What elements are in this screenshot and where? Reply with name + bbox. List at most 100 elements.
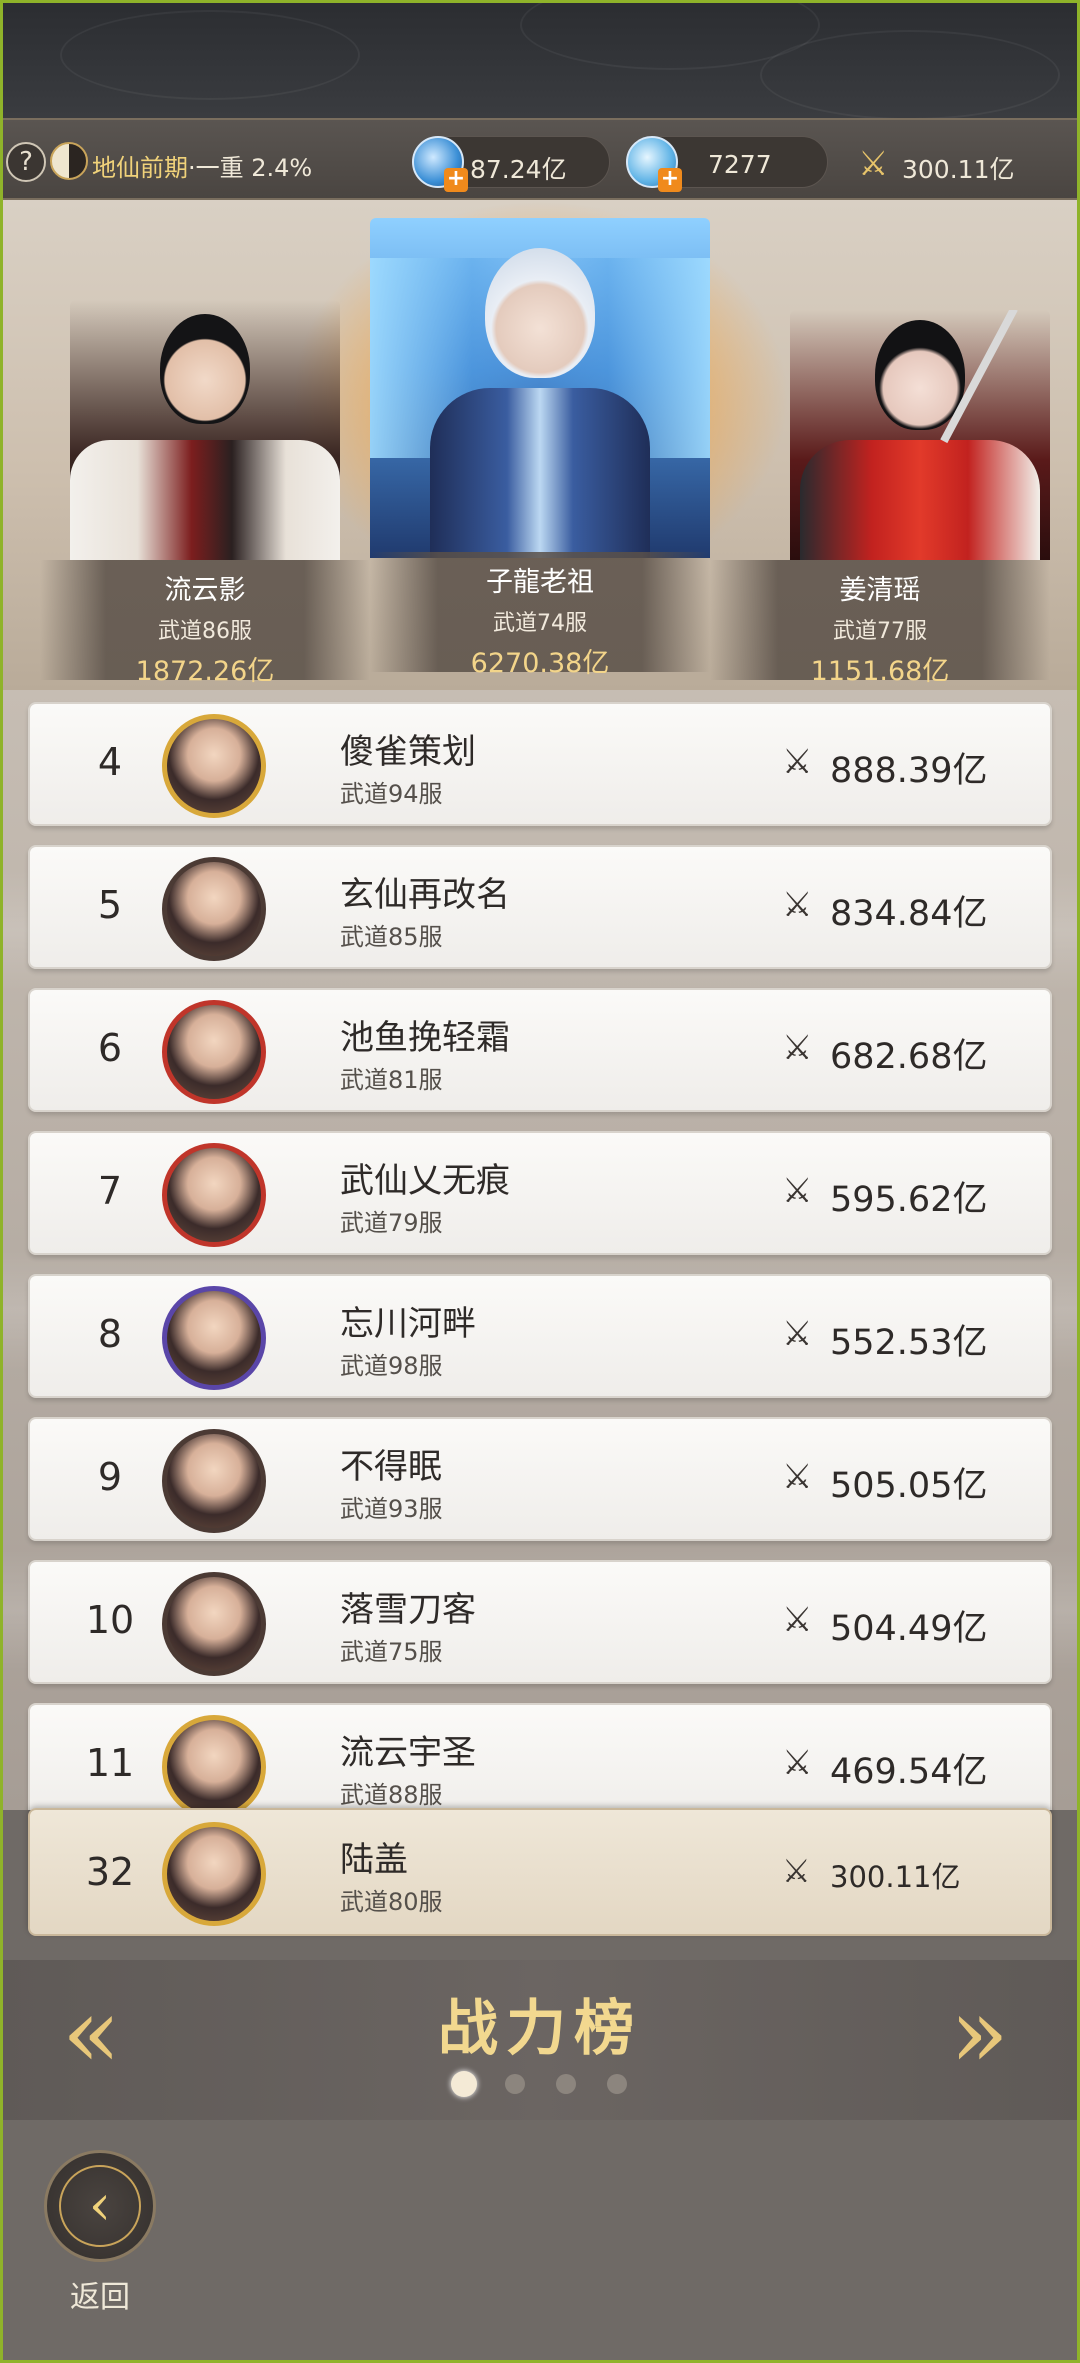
crossed-swords-icon: ⚔	[782, 742, 813, 782]
avatar[interactable]	[162, 1715, 266, 1810]
second-place-plaque: 流云影 武道86服 1872.26亿	[40, 560, 370, 687]
player-power: 469.54亿	[830, 1752, 988, 1792]
third-place-plaque: 姜清瑶 武道77服 1151.68亿	[710, 560, 1050, 687]
avatar[interactable]	[162, 1143, 266, 1247]
podium-server: 武道77服	[833, 619, 927, 644]
player-power: 595.62亿	[830, 1180, 988, 1220]
player-power: 505.05亿	[830, 1466, 988, 1506]
ranking-row[interactable]: 7 武仙乂无痕 武道79服 ⚔ 595.62亿	[28, 1131, 1052, 1255]
question-icon[interactable]: ?	[6, 142, 46, 182]
rank-number: 9	[97, 1455, 123, 1499]
player-name: 落雪刀客	[340, 1590, 476, 1630]
podium-server: 武道74服	[493, 611, 587, 636]
ranking-row[interactable]: 11 流云宇圣 武道88服 ⚔ 469.54亿	[28, 1703, 1052, 1810]
podium-power: 1151.68亿	[810, 656, 950, 687]
ranking-list[interactable]: 4 傻雀策划 武道94服 ⚔ 888.39亿 5 玄仙再改名 武道85服 ⚔ 8…	[0, 690, 1080, 1810]
crossed-swords-icon: ⚔	[858, 144, 889, 184]
back-button[interactable]: ‹	[44, 2150, 156, 2262]
player-name: 忘川河畔	[340, 1304, 476, 1344]
player-server: 武道75服	[340, 1638, 443, 1666]
player-power: 552.53亿	[830, 1323, 988, 1363]
rank-number: 8	[97, 1312, 123, 1356]
player-server: 武道94服	[340, 780, 443, 808]
page-dot-4[interactable]	[607, 2074, 627, 2094]
first-place-portrait[interactable]	[370, 218, 710, 558]
player-power: 682.68亿	[830, 1037, 988, 1077]
player-power: 504.49亿	[830, 1609, 988, 1649]
crossed-swords-icon: ⚔	[782, 1600, 813, 1640]
back-arrow-icon: ‹	[59, 2165, 141, 2247]
rank-number: 32	[85, 1850, 135, 1894]
rank-number: 10	[85, 1598, 135, 1642]
player-name: 陆盖	[340, 1840, 408, 1880]
page-dot-3[interactable]	[556, 2074, 576, 2094]
crossed-swords-icon: ⚔	[782, 1743, 813, 1783]
my-rank-row[interactable]: 32 陆盖 武道80服 ⚔ 300.11亿	[28, 1808, 1052, 1936]
third-place-portrait[interactable]	[790, 310, 1050, 560]
player-server: 武道88服	[340, 1781, 443, 1809]
ranking-row[interactable]: 4 傻雀策划 武道94服 ⚔ 888.39亿	[28, 702, 1052, 826]
add-icon[interactable]: +	[658, 168, 682, 192]
board-title: 战力榜	[438, 1994, 642, 2064]
crossed-swords-icon: ⚔	[782, 1457, 813, 1497]
player-server: 武道79服	[340, 1209, 443, 1237]
player-power: 888.39亿	[830, 751, 988, 791]
avatar[interactable]	[162, 857, 266, 961]
top-banner	[0, 0, 1080, 120]
rank-number: 5	[97, 883, 123, 927]
page-dot-2[interactable]	[505, 2074, 525, 2094]
ranking-row[interactable]: 9 不得眠 武道93服 ⚔ 505.05亿	[28, 1417, 1052, 1541]
ranking-row[interactable]: 10 落雪刀客 武道75服 ⚔ 504.49亿	[28, 1560, 1052, 1684]
player-name: 武仙乂无痕	[340, 1161, 510, 1201]
my-power-value: 300.11亿	[902, 155, 1015, 184]
realm-progress: ·一重 2.4%	[188, 154, 313, 182]
crossed-swords-icon: ⚔	[782, 885, 813, 925]
player-name: 不得眠	[340, 1447, 442, 1487]
ranking-row[interactable]: 8 忘川河畔 武道98服 ⚔ 552.53亿	[28, 1274, 1052, 1398]
player-power: 834.84亿	[830, 894, 988, 934]
cultivation-realm: 地仙前期·一重 2.4%	[92, 148, 312, 183]
realm-label: 地仙前期	[92, 154, 188, 182]
rank-number: 11	[85, 1741, 135, 1785]
player-name: 流云宇圣	[340, 1733, 476, 1773]
avatar[interactable]	[162, 1822, 266, 1926]
back-label[interactable]: 返回	[44, 2272, 156, 2316]
player-server: 武道81服	[340, 1066, 443, 1094]
player-name: 傻雀策划	[340, 732, 476, 772]
avatar[interactable]	[162, 1286, 266, 1390]
crossed-swords-icon: ⚔	[782, 1171, 813, 1211]
yinyang-icon	[50, 142, 88, 180]
podium-name: 流云影	[164, 575, 246, 606]
jade-icon[interactable]: +	[626, 136, 682, 192]
spirit-stone-icon[interactable]: +	[412, 136, 468, 192]
podium-server: 武道86服	[158, 619, 252, 644]
spirit-stone-value: 87.24亿	[470, 155, 567, 184]
avatar[interactable]	[162, 714, 266, 818]
crossed-swords-icon: ⚔	[782, 1028, 813, 1068]
ranking-row[interactable]: 6 池鱼挽轻霜 武道81服 ⚔ 682.68亿	[28, 988, 1052, 1112]
player-power: 300.11亿	[830, 1860, 961, 1894]
podium-name: 姜清瑶	[839, 575, 921, 606]
crossed-swords-icon: ⚔	[782, 1852, 811, 1890]
top-three-podium: 流云影 武道86服 1872.26亿 子龍老祖 武道74服 6270.38亿 姜…	[0, 200, 1080, 690]
avatar[interactable]	[162, 1000, 266, 1104]
player-name: 池鱼挽轻霜	[340, 1018, 510, 1058]
page-dot-1[interactable]	[451, 2071, 477, 2097]
player-server: 武道93服	[340, 1495, 443, 1523]
rank-number: 7	[97, 1169, 123, 1213]
rank-number: 6	[97, 1026, 123, 1070]
podium-power: 1872.26亿	[135, 656, 275, 687]
rank-number: 4	[97, 740, 123, 784]
avatar[interactable]	[162, 1429, 266, 1533]
podium-power: 6270.38亿	[470, 648, 610, 679]
avatar[interactable]	[162, 1572, 266, 1676]
ranking-row[interactable]: 5 玄仙再改名 武道85服 ⚔ 834.84亿	[28, 845, 1052, 969]
player-server: 武道85服	[340, 923, 443, 951]
player-name: 玄仙再改名	[340, 875, 510, 915]
podium-name: 子龍老祖	[486, 567, 594, 598]
first-place-plaque: 子龍老祖 武道74服 6270.38亿	[370, 552, 710, 679]
add-icon[interactable]: +	[444, 168, 468, 192]
player-server: 武道98服	[340, 1352, 443, 1380]
second-place-portrait[interactable]	[70, 300, 340, 560]
resource-bar: ? 地仙前期·一重 2.4% + 87.24亿 + 7277 ⚔ 300.11亿	[0, 118, 1080, 200]
